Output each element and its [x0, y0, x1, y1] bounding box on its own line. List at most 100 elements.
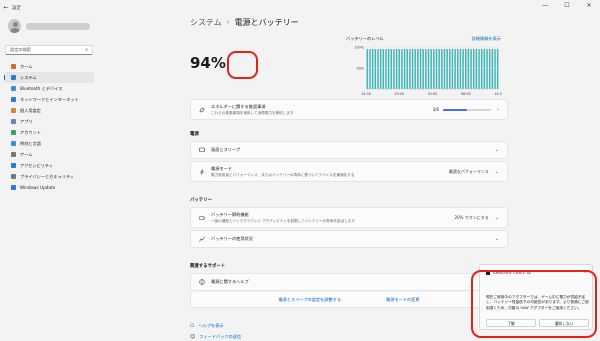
chart-bar — [382, 49, 385, 89]
brush-icon — [11, 108, 16, 113]
battery-usage-card[interactable]: バッテリーの使用状況 ⌄ — [190, 230, 508, 248]
avatar — [8, 19, 21, 33]
chart-bar — [459, 49, 462, 89]
y-tick-label: 50% — [356, 67, 364, 71]
ok-button[interactable]: 了解 — [486, 319, 536, 327]
power-mode-card: 電源モード 電力使用量とパフォーマンス、またはバッテリーの寿命に基づいてデバイス… — [190, 161, 508, 182]
system-icon — [11, 75, 16, 80]
details-link[interactable]: 詳細情報を表示 — [472, 36, 501, 42]
minimize-button[interactable]: — — [534, 0, 556, 12]
x-tick-label: 14:00 — [494, 92, 502, 96]
support-section-label: 関連するサポート — [190, 264, 226, 269]
game-icon — [11, 152, 16, 157]
close-button[interactable]: ✕ — [578, 0, 600, 12]
sidebar-item-network[interactable]: ネットワークとインターネット — [4, 94, 94, 105]
chart-bar — [488, 49, 491, 89]
battery-section-label: バッテリー — [190, 198, 212, 203]
screen-sleep-title: 画面とスリープ — [211, 147, 241, 152]
sidebar-item-system[interactable]: システム — [4, 72, 94, 83]
sidebar-item-label: Bluetooth とデバイス — [20, 85, 63, 91]
chart-bar — [465, 49, 467, 89]
sidebar-item-apps[interactable]: アプリ — [4, 116, 94, 127]
toast-app-name: ARMOURY CRATE SE — [493, 270, 532, 275]
chart-bar — [379, 49, 382, 89]
chart-bar — [393, 49, 395, 89]
power-help-card[interactable]: 電源に関するヘルプ ⌃ — [190, 273, 508, 291]
feedback-label: フィードバックの送信 — [199, 334, 242, 339]
sidebar-item-game[interactable]: ゲーム — [4, 149, 94, 160]
back-arrow-icon[interactable]: ← — [0, 4, 12, 11]
sidebar-item-label: プライバシーとセキュリティ — [20, 173, 75, 179]
power-mode-value: 最適なパフォーマンス — [448, 168, 489, 174]
profile[interactable] — [0, 15, 98, 37]
search-icon: ⌕ — [85, 47, 88, 53]
chart-bar — [438, 49, 440, 89]
chart-bar — [472, 49, 475, 89]
chart-bar — [494, 49, 496, 89]
chart-bar — [422, 49, 424, 89]
bluetooth-icon — [11, 86, 16, 91]
breadcrumb-system[interactable]: システム — [190, 17, 222, 28]
adjust-power-sleep-link[interactable]: 電源とスリープの設定を調整する — [278, 297, 341, 303]
chart-bar — [377, 49, 379, 89]
sidebar-item-account[interactable]: アカウント — [4, 127, 94, 138]
apps-icon — [11, 119, 16, 124]
dont-notify-button[interactable]: 通知しない — [539, 319, 589, 327]
sidebar-item-shield[interactable]: プライバシーとセキュリティ — [4, 171, 94, 182]
battery-saver-title: バッテリー節約機能 — [211, 211, 249, 217]
battery-level-chart: 100% 50% 14:00 20:00 02:00 08:00 14:00 バッテリーのレ… — [342, 35, 502, 105]
breadcrumb: システム › 電源とバッテリー — [190, 15, 299, 29]
support-links-card: 電源とスリープの設定を調整する 電源モードの変更 — [190, 292, 508, 308]
power-mode-icon — [199, 168, 205, 175]
energy-count: 3/6 — [432, 107, 439, 112]
sidebar-item-clock[interactable]: 時刻と言語 — [4, 138, 94, 149]
energy-recommendations-card[interactable]: エネルギーに関する推奨事項 これらの推奨事項を適用して消費電力を節約します 3/… — [190, 99, 508, 120]
update-icon — [11, 185, 16, 190]
battery-saver-card[interactable]: バッテリー節約機能 一部の通知とバックグラウンド アクティビティを制限してバッテ… — [190, 207, 508, 228]
account-icon — [11, 130, 16, 135]
sidebar-item-accessibility[interactable]: アクセシビリティ — [4, 160, 94, 171]
screen-sleep-card[interactable]: 画面とスリープ ⌄ — [190, 141, 508, 159]
get-help-label: ヘルプを表示 — [198, 323, 224, 328]
sidebar-item-brush[interactable]: 個人用設定 — [4, 105, 94, 116]
power-mode-dropdown[interactable]: 最適なパフォーマンス ⌄ — [449, 169, 499, 175]
sidebar-item-bluetooth[interactable]: Bluetooth とデバイス — [4, 83, 94, 94]
search-input[interactable]: 設定の検索 — [10, 47, 31, 53]
chart-bar — [409, 49, 411, 89]
feedback-link[interactable]: ☺ フィードバックの送信 — [190, 334, 241, 340]
chart-bar — [446, 49, 448, 89]
chart-bar — [475, 49, 478, 89]
chart-bar — [449, 49, 451, 89]
window-controls: — ☐ ✕ — [534, 0, 600, 12]
chart-bar — [441, 49, 443, 89]
chart-bar — [491, 49, 494, 89]
chevron-down-icon: ⌄ — [494, 214, 499, 221]
sidebar-item-label: ゲーム — [20, 151, 33, 157]
x-tick-label: 02:00 — [428, 92, 438, 96]
maximize-button[interactable]: ☐ — [556, 0, 578, 12]
sidebar-item-label: システム — [20, 74, 37, 80]
x-tick-label: 14:00 — [361, 92, 371, 96]
sidebar-item-update[interactable]: Windows Update — [4, 182, 94, 193]
sidebar: 設定の検索 ⌕ ホームシステム Bluetooth とデバイスネットワークとインタ… — [0, 15, 98, 341]
sidebar-item-label: 時刻と言語 — [20, 140, 41, 146]
chart-bar — [374, 49, 377, 89]
chart-bar — [454, 49, 456, 89]
more-options-icon[interactable]: ··· — [574, 269, 578, 274]
get-help-link[interactable]: ☖ ヘルプを表示 — [190, 323, 224, 329]
sidebar-nav: ホームシステム Bluetooth とデバイスネットワークとインターネット個人用設… — [0, 61, 98, 193]
close-icon[interactable]: ✕ — [584, 269, 587, 274]
energy-desc: これらの推奨事項を適用して消費電力を節約します — [211, 110, 294, 115]
power-mode-title: 電源モード — [211, 165, 232, 171]
app-title: 設定 — [12, 5, 21, 11]
leaf-icon — [199, 107, 205, 113]
sidebar-item-home[interactable]: ホーム — [4, 61, 94, 72]
search-box[interactable]: 設定の検索 ⌕ — [5, 45, 93, 55]
change-power-mode-link[interactable]: 電源モードの変更 — [386, 297, 420, 303]
sidebar-item-label: ホーム — [20, 63, 33, 69]
chart-bar — [427, 49, 430, 89]
notification-toast[interactable]: ARMOURY CRATE SE ··· ✕ 現在ご使用中のアダプターでは、ゲー… — [479, 264, 593, 330]
toast-header: ARMOURY CRATE SE — [486, 270, 531, 275]
chart-bar — [470, 49, 472, 89]
sidebar-item-label: ネットワークとインターネット — [20, 96, 79, 102]
